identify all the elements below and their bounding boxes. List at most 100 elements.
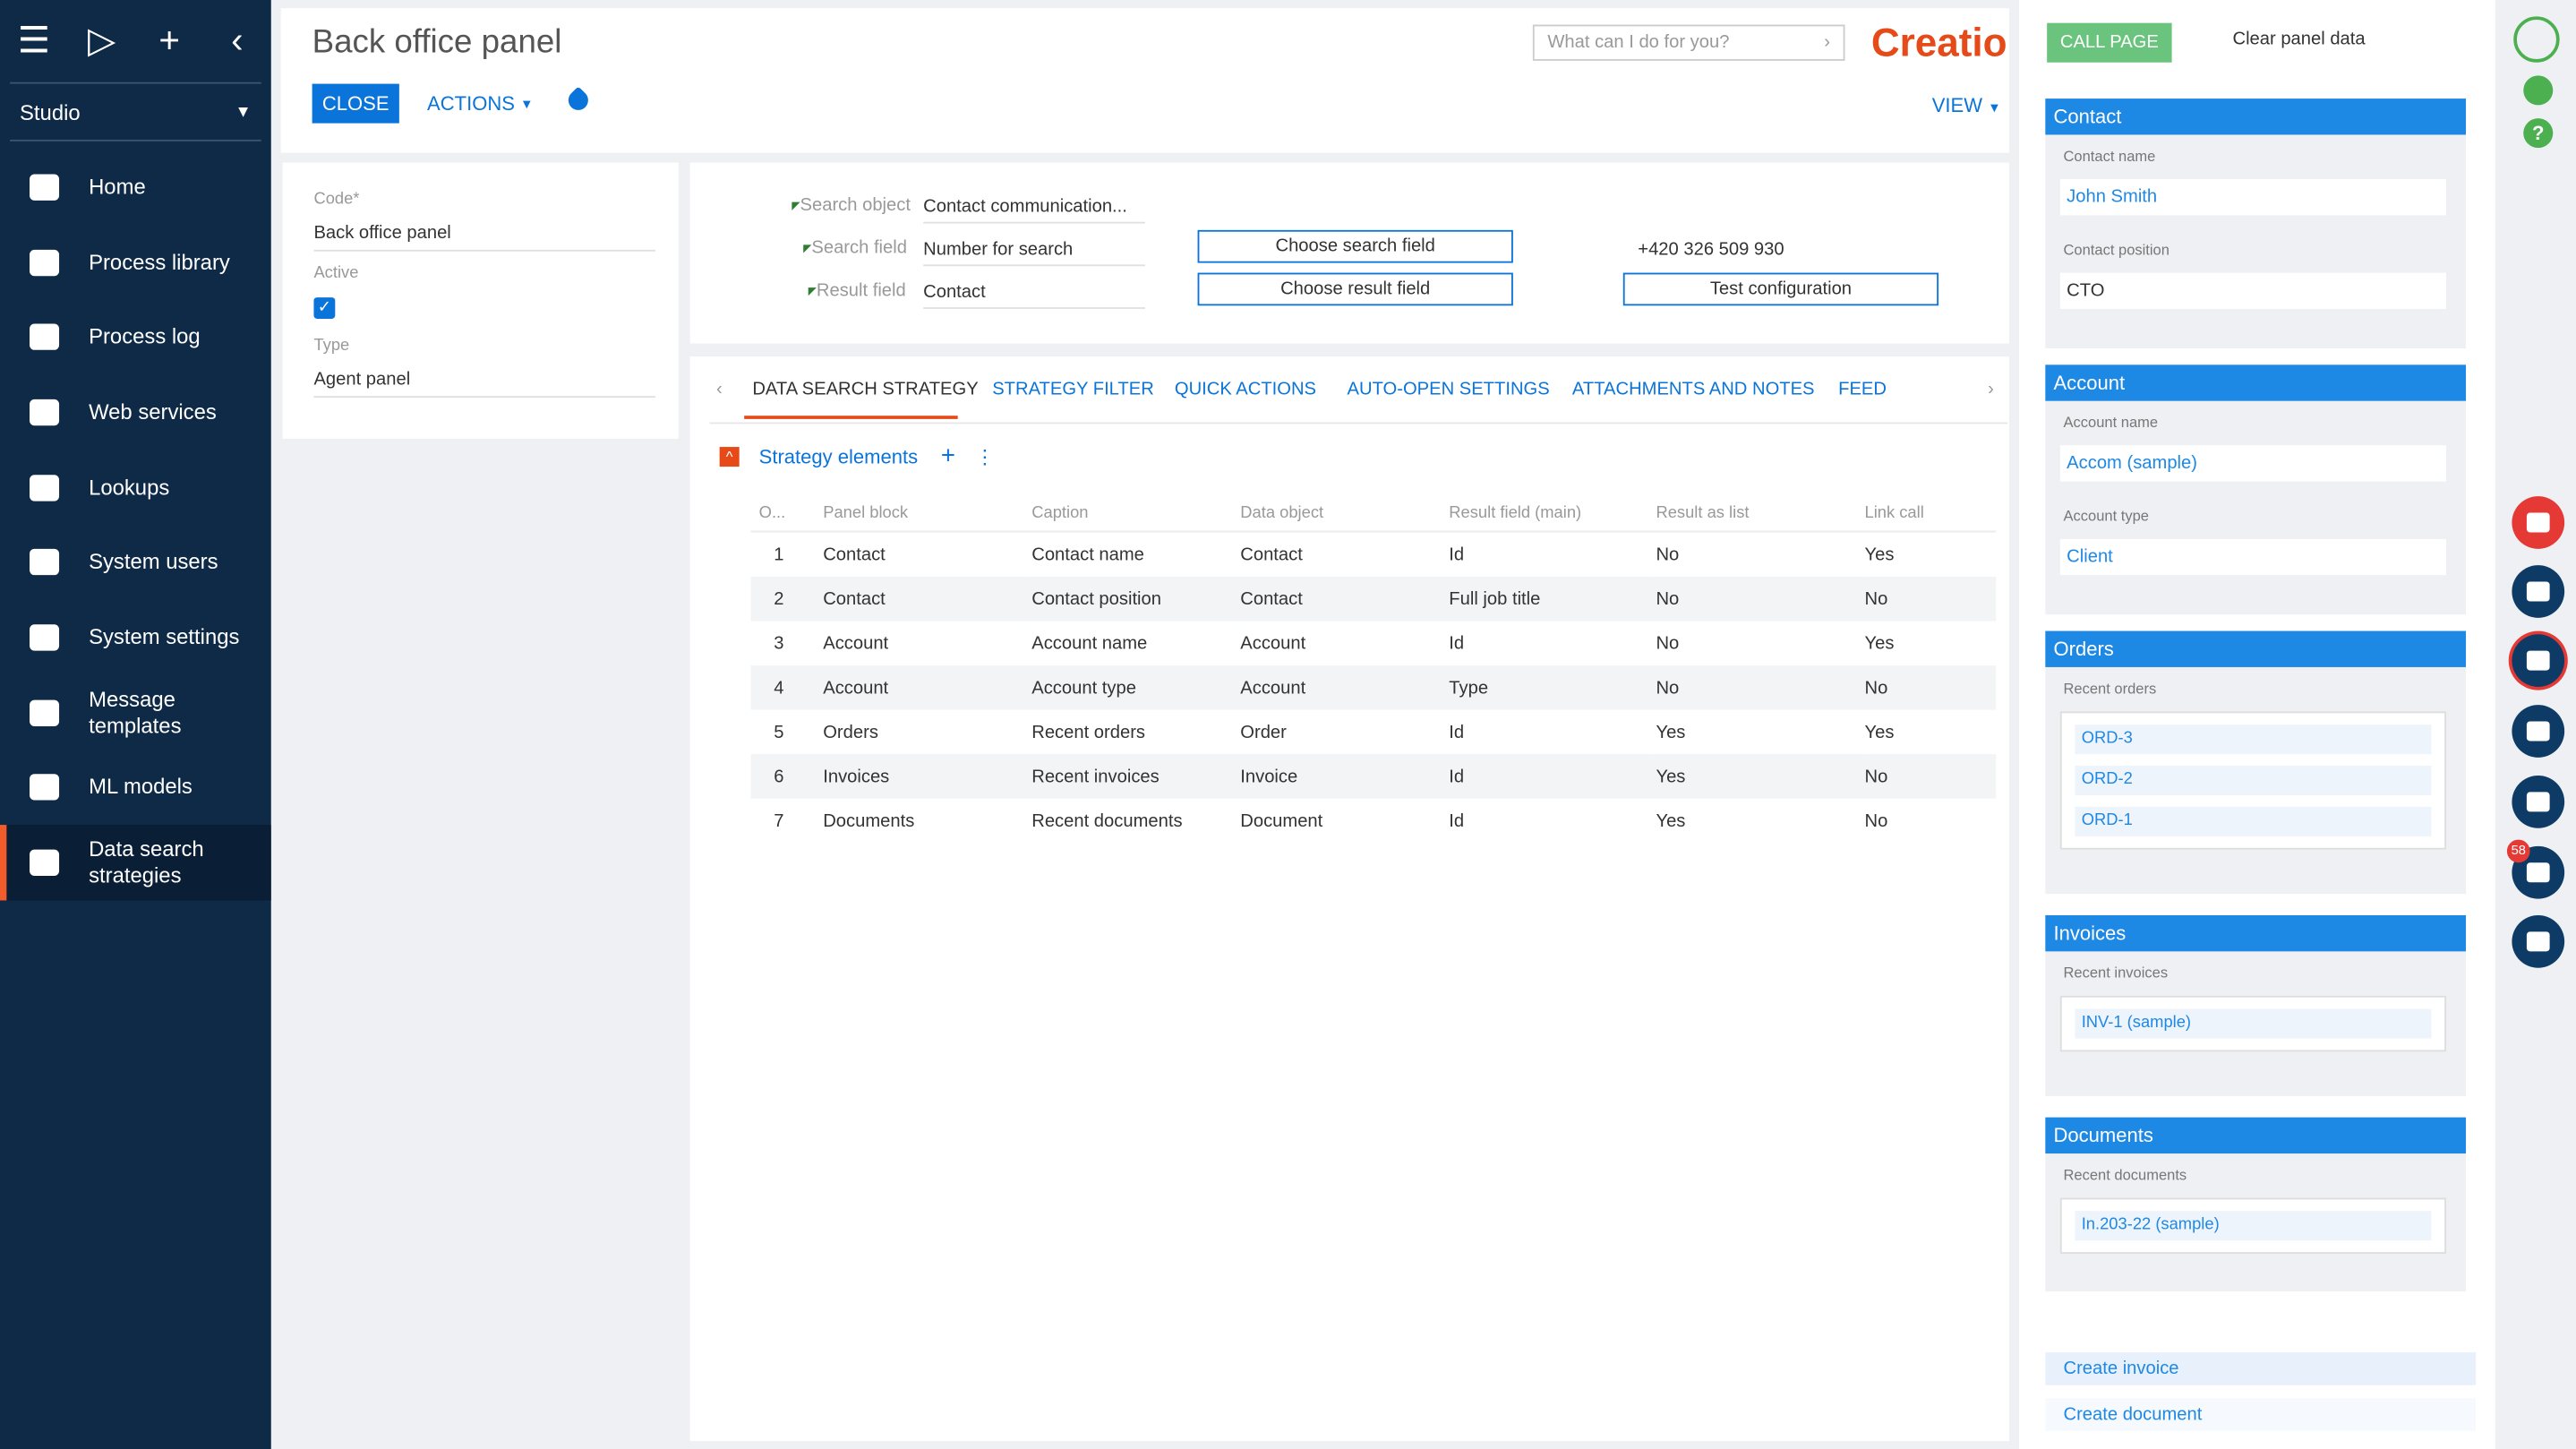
- sidebar-item-system-users[interactable]: System users: [0, 525, 271, 600]
- invoices-block-header[interactable]: Invoices: [2045, 914, 2467, 952]
- sidebar-item-message-templates[interactable]: Message templates: [0, 675, 271, 750]
- type-field[interactable]: Agent panel: [313, 370, 656, 399]
- phone-icon[interactable]: [2512, 565, 2565, 618]
- account-name-field[interactable]: Accom (sample): [2059, 445, 2447, 482]
- table-row[interactable]: 6 Invoices Recent invoices Invoice Id Yes No: [750, 754, 1997, 799]
- table-cell: Yes: [1654, 754, 1863, 799]
- sidebar-item-home[interactable]: Home: [0, 150, 271, 225]
- actions-button[interactable]: ACTIONS ▼: [427, 84, 534, 124]
- collapse-icon[interactable]: ^: [719, 446, 740, 467]
- help-icon[interactable]: ?: [2523, 118, 2554, 149]
- code-field[interactable]: Back office panel: [313, 224, 656, 252]
- email-icon[interactable]: [2512, 705, 2565, 758]
- list-item[interactable]: INV-1 (sample): [2075, 1008, 2432, 1039]
- account-block-header[interactable]: Account: [2045, 364, 2467, 401]
- column-header[interactable]: Result as list: [1654, 494, 1863, 533]
- table-cell: 5: [774, 722, 784, 742]
- play-icon[interactable]: ▷: [68, 0, 136, 82]
- type-label: Type: [313, 337, 350, 356]
- create-document-button[interactable]: Create document: [2045, 1398, 2477, 1432]
- tab-quick-actions[interactable]: QUICK ACTIONS: [1175, 380, 1316, 399]
- tab-attachments-and-notes[interactable]: ATTACHMENTS AND NOTES: [1572, 380, 1815, 399]
- table-row[interactable]: 7 Documents Recent documents Document Id Yes N…: [751, 799, 1997, 844]
- table-row[interactable]: 3 Account Account name Account Id No Yes: [751, 622, 1997, 666]
- agent-panel: CALL PAGE Clear panel data Contact Conta…: [2018, 0, 2496, 1449]
- workplace-label: Studio: [20, 99, 81, 124]
- sidebar-item-system-settings[interactable]: System settings: [0, 600, 271, 675]
- panel-icon[interactable]: [2512, 914, 2565, 968]
- menu-icon[interactable]: ☰: [0, 0, 68, 82]
- column-header[interactable]: Result field (main): [1447, 494, 1655, 533]
- sidebar-item-process-library[interactable]: Process library: [0, 225, 271, 300]
- tab-feed[interactable]: FEED: [1838, 380, 1887, 399]
- column-header[interactable]: Link call: [1862, 494, 1997, 533]
- documents-block-header[interactable]: Documents: [2045, 1117, 2467, 1154]
- tag-icon[interactable]: [564, 86, 593, 115]
- table-row[interactable]: 2 Contact Contact position Contact Full job …: [750, 577, 1997, 622]
- sidebar-item-data-search-strategies[interactable]: Data search strategies: [0, 825, 271, 901]
- strategy-elements-title[interactable]: Strategy elements: [759, 444, 918, 467]
- create-invoice-button[interactable]: Create invoice: [2045, 1352, 2477, 1385]
- table-cell: 2: [750, 577, 822, 622]
- table-row[interactable]: 1 Contact Contact name Contact Id No Yes: [751, 532, 1997, 577]
- account-block: Account Account name Accom (sample) Acco…: [2045, 364, 2467, 615]
- chat-icon[interactable]: [2512, 634, 2565, 687]
- chevron-left-icon[interactable]: ‹: [716, 380, 723, 399]
- call-page-button[interactable]: CALL PAGE: [2047, 22, 2172, 63]
- account-type-field[interactable]: Client: [2059, 538, 2447, 576]
- recent-orders-label: Recent orders: [2063, 680, 2157, 697]
- tab-data-search-strategy[interactable]: DATA SEARCH STRATEGY: [752, 380, 978, 399]
- feed-icon[interactable]: [2512, 776, 2565, 828]
- table-cell: Yes: [1864, 544, 1895, 565]
- orders-block-header[interactable]: Orders: [2045, 630, 2467, 667]
- sidebar-item-process-log[interactable]: Process log: [0, 300, 271, 375]
- search-field-field[interactable]: Number for search: [923, 240, 1145, 267]
- table-row[interactable]: 4 Account Account type Account Type No No: [750, 665, 1997, 710]
- close-button[interactable]: CLOSE: [312, 83, 399, 124]
- contact-lookup-icon[interactable]: [2512, 496, 2565, 549]
- tab-auto-open-settings[interactable]: AUTO-OPEN SETTINGS: [1348, 380, 1550, 399]
- clear-panel-data-button[interactable]: Clear panel data: [2232, 30, 2365, 49]
- add-icon[interactable]: +: [135, 0, 203, 82]
- table-row[interactable]: 5 Orders Recent orders Order Id Yes Yes: [751, 710, 1997, 755]
- column-header[interactable]: Panel block: [821, 494, 1031, 533]
- creatio-logo: Creatio: [1870, 21, 2007, 66]
- contact-position-field[interactable]: CTO: [2059, 272, 2447, 309]
- search-object-field[interactable]: Contact communication...: [923, 197, 1145, 224]
- add-icon[interactable]: +: [941, 442, 955, 470]
- list-item[interactable]: ORD-1: [2075, 806, 2432, 836]
- choose-result-field-button[interactable]: Choose result field: [1197, 272, 1513, 306]
- actions-label: ACTIONS: [427, 91, 515, 116]
- chevron-right-icon[interactable]: ›: [1988, 380, 1994, 399]
- choose-search-field-button[interactable]: Choose search field: [1197, 229, 1513, 263]
- contact-name-field[interactable]: John Smith: [2059, 178, 2447, 216]
- tab-strategy-filter[interactable]: STRATEGY FILTER: [992, 380, 1154, 399]
- result-field-field[interactable]: Contact: [923, 283, 1145, 309]
- list-item[interactable]: ORD-3: [2075, 724, 2432, 755]
- more-icon[interactable]: ⋮: [975, 444, 995, 467]
- command-search-input[interactable]: What can I do for you? ›: [1532, 24, 1845, 61]
- account-type-label: Account type: [2063, 507, 2149, 525]
- required-marker-icon: [803, 244, 812, 253]
- contact-block-header[interactable]: Contact: [2045, 99, 2467, 135]
- table-cell: Contact name: [1031, 544, 1144, 565]
- column-header[interactable]: Data object: [1238, 494, 1448, 533]
- collapse-icon[interactable]: ‹: [203, 0, 271, 82]
- sidebar-item-web-services[interactable]: Web services: [0, 374, 271, 450]
- column-header[interactable]: Caption: [1030, 494, 1239, 533]
- list-item[interactable]: ORD-2: [2075, 766, 2432, 796]
- table-cell: Contact: [823, 544, 886, 565]
- table-cell: 4: [750, 665, 822, 710]
- view-button[interactable]: VIEW ▼: [1932, 94, 2001, 117]
- active-checkbox[interactable]: ✓: [313, 297, 336, 319]
- column-header[interactable]: O...: [750, 494, 822, 533]
- workplace-selector[interactable]: Studio ▼: [10, 81, 261, 141]
- sidebar-item-ml-models[interactable]: ML models: [0, 750, 271, 826]
- list-item[interactable]: In.203-22 (sample): [2075, 1211, 2432, 1241]
- result-field-label: Result field: [808, 281, 906, 301]
- sidebar-item-lookups[interactable]: Lookups: [0, 450, 271, 525]
- table-cell: 6: [750, 754, 822, 799]
- profile-icon[interactable]: [2513, 16, 2560, 63]
- test-configuration-button[interactable]: Test configuration: [1622, 272, 1939, 306]
- gear-icon[interactable]: [2523, 75, 2554, 106]
